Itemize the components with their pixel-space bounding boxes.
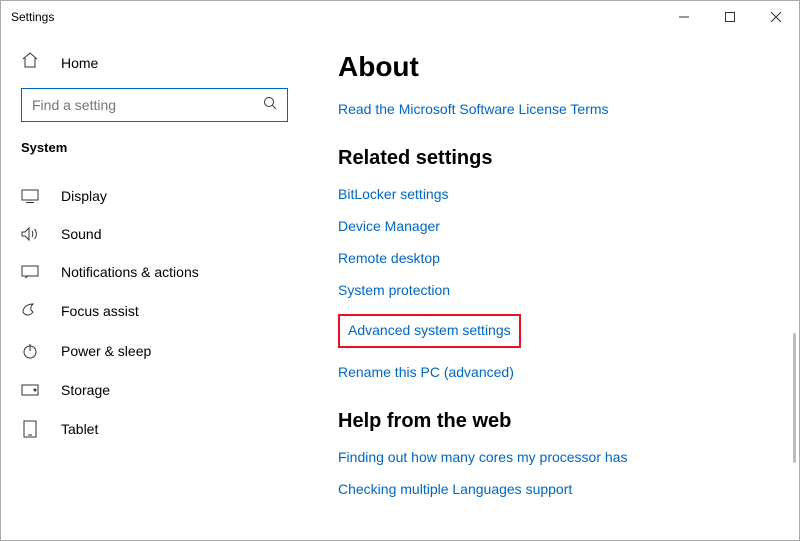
display-icon	[21, 189, 39, 203]
nav-focus-assist[interactable]: Focus assist	[21, 291, 288, 331]
nav-item-label: Sound	[61, 226, 101, 242]
nav-item-label: Storage	[61, 382, 110, 398]
sidebar: Home System Display Sound Notifications …	[1, 33, 308, 540]
nav-storage[interactable]: Storage	[21, 371, 288, 409]
related-settings-header: Related settings	[338, 147, 769, 170]
nav-tablet[interactable]: Tablet	[21, 409, 288, 449]
nav-power-sleep[interactable]: Power & sleep	[21, 331, 288, 371]
remote-desktop-link[interactable]: Remote desktop	[338, 250, 769, 266]
nav-item-label: Display	[61, 188, 107, 204]
nav-item-label: Power & sleep	[61, 343, 151, 359]
rename-pc-link[interactable]: Rename this PC (advanced)	[338, 364, 769, 380]
window-controls	[661, 1, 799, 33]
minimize-button[interactable]	[661, 1, 707, 33]
bitlocker-link[interactable]: BitLocker settings	[338, 186, 769, 202]
nav-sound[interactable]: Sound	[21, 215, 288, 253]
home-nav[interactable]: Home	[21, 45, 288, 88]
nav-item-label: Focus assist	[61, 303, 139, 319]
device-manager-link[interactable]: Device Manager	[338, 218, 769, 234]
nav-item-label: Tablet	[61, 421, 98, 437]
sound-icon	[21, 226, 39, 242]
cores-help-link[interactable]: Finding out how many cores my processor …	[338, 449, 769, 465]
storage-icon	[21, 384, 39, 396]
highlight-box: Advanced system settings	[338, 314, 521, 348]
close-button[interactable]	[753, 1, 799, 33]
home-icon	[21, 51, 39, 74]
nav-item-label: Notifications & actions	[61, 264, 199, 280]
titlebar: Settings	[1, 1, 799, 33]
maximize-button[interactable]	[707, 1, 753, 33]
languages-help-link[interactable]: Checking multiple Languages support	[338, 481, 769, 497]
license-link[interactable]: Read the Microsoft Software License Term…	[338, 101, 769, 117]
focus-assist-icon	[21, 302, 39, 320]
notifications-icon	[21, 265, 39, 279]
advanced-system-settings-link[interactable]: Advanced system settings	[348, 322, 511, 338]
help-web-header: Help from the web	[338, 410, 769, 433]
nav-notifications[interactable]: Notifications & actions	[21, 253, 288, 291]
page-title: About	[338, 51, 769, 83]
search-input[interactable]	[32, 97, 263, 113]
system-protection-link[interactable]: System protection	[338, 282, 769, 298]
close-icon	[771, 12, 781, 22]
tablet-icon	[21, 420, 39, 438]
scrollbar[interactable]	[793, 333, 797, 540]
window-title: Settings	[11, 10, 54, 24]
home-label: Home	[61, 55, 98, 71]
main-content: About Read the Microsoft Software Licens…	[308, 33, 799, 540]
scrollbar-thumb[interactable]	[793, 333, 796, 463]
search-icon	[263, 96, 277, 115]
power-icon	[21, 342, 39, 360]
search-box[interactable]	[21, 88, 288, 122]
section-label: System	[21, 140, 288, 155]
maximize-icon	[725, 12, 735, 22]
minimize-icon	[679, 12, 689, 22]
nav-display[interactable]: Display	[21, 177, 288, 215]
